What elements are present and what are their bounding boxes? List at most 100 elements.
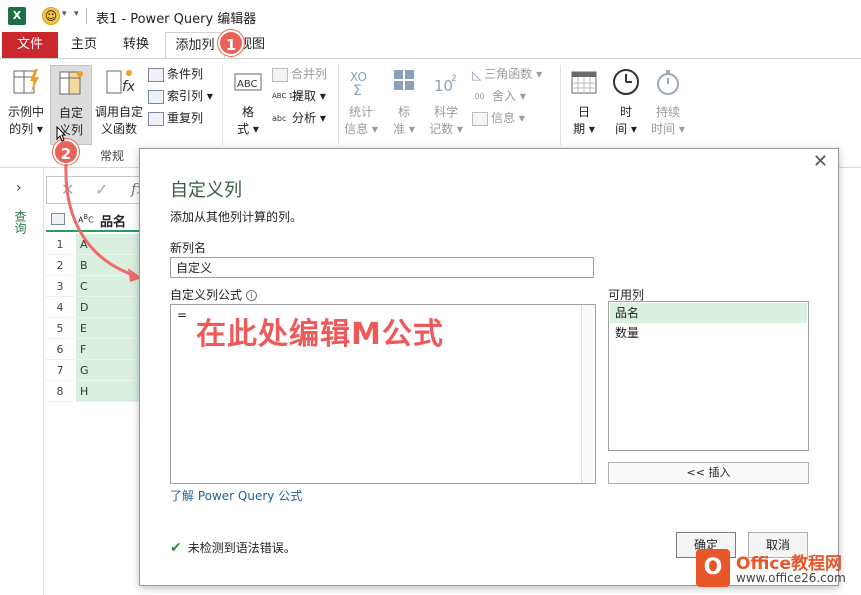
trigonometry-button[interactable]: ◺ 三角函数 ▾ — [472, 64, 542, 84]
checkmark-icon: ✔ — [170, 540, 182, 556]
list-item[interactable]: 数量 — [610, 323, 807, 343]
info-icon[interactable]: i — [245, 290, 257, 301]
information-icon — [472, 111, 488, 126]
tab-file[interactable]: 文件 — [2, 32, 58, 58]
format-label-1: 格 — [241, 105, 254, 119]
duplicate-column-button[interactable]: 重复列 — [148, 108, 203, 128]
exponent-icon: 102 — [434, 74, 457, 95]
standard-label-1: 标 — [397, 105, 410, 119]
statistics-label-1: 统计 — [348, 105, 373, 119]
standard-button[interactable]: 标 准 ▾ — [386, 67, 422, 138]
list-item[interactable]: 品名 — [610, 303, 807, 323]
extract-button[interactable]: ABC 123提取 ▾ — [272, 86, 326, 106]
watermark-url: www.office26.com — [736, 571, 846, 585]
cell-value[interactable]: F — [76, 339, 142, 360]
insert-button[interactable]: << 插入 — [608, 462, 809, 484]
watermark: O Office教程网 www.office26.com — [690, 545, 861, 595]
svg-text:2: 2 — [451, 74, 457, 84]
toolbar-divider — [86, 8, 87, 24]
parse-button[interactable]: abc 分析 ▾ — [272, 108, 326, 128]
customize-toolbar-icon[interactable]: ▾ — [74, 9, 79, 19]
new-column-name-label: 新列名 — [170, 241, 207, 255]
tab-home[interactable]: 主页 — [60, 32, 108, 58]
cell-value[interactable]: H — [76, 381, 142, 402]
chevron-right-icon[interactable]: › — [16, 180, 22, 196]
invoke-custom-function-button[interactable]: fx 调用自定 义函数 — [94, 67, 144, 138]
table-row[interactable]: 7G — [46, 360, 142, 381]
tab-add-column[interactable]: 添加列 — [165, 32, 225, 59]
smiley-icon[interactable]: ☺ — [42, 7, 60, 25]
format-abc-icon: ABC — [234, 73, 262, 91]
extract-icon: ABC 123 — [272, 92, 302, 100]
ribbon-tabs: 文件 主页 转换 添加列 视图 — [0, 32, 861, 59]
table-row[interactable]: 5E — [46, 318, 142, 339]
learn-formulas-link[interactable]: 了解 Power Query 公式 — [170, 487, 302, 504]
scientific-button[interactable]: 10 2 科学 记数 ▾ — [426, 67, 466, 138]
formula-scrollbar[interactable] — [581, 305, 595, 483]
row-number: 7 — [46, 360, 74, 381]
date-label-2: 期 ▾ — [573, 122, 595, 136]
row-number: 5 — [46, 318, 74, 339]
ribbon-divider — [338, 65, 339, 145]
syntax-status: ✔ 未检测到语法错误。 — [170, 540, 296, 556]
svg-text:fx: fx — [122, 79, 134, 95]
row-number: 8 — [46, 381, 74, 402]
queries-pane: › 查询 — [0, 168, 44, 595]
annotation-arrow — [64, 163, 142, 282]
date-button[interactable]: 日 期 ▾ — [566, 67, 602, 138]
window-title: 表1 - Power Query 编辑器 — [96, 12, 257, 27]
index-column-button[interactable]: 索引列 ▾ — [148, 86, 213, 106]
step-badge-1: 1 — [218, 30, 244, 56]
merge-columns-icon — [272, 67, 288, 82]
cell-value[interactable]: E — [76, 318, 142, 339]
dialog-subtitle: 添加从其他列计算的列。 — [170, 210, 303, 224]
chevron-down-icon[interactable]: ▾ — [62, 9, 67, 19]
cursor-icon — [56, 126, 66, 142]
table-row[interactable]: 4D — [46, 297, 142, 318]
statistics-button[interactable]: XO Σ 统计 信息 ▾ — [342, 67, 380, 138]
table-row[interactable]: 8H — [46, 381, 142, 402]
svg-text:XO: XO — [350, 70, 367, 84]
scientific-label-1: 科学 — [433, 105, 458, 119]
format-button[interactable]: ABC 格 式 ▾ — [230, 67, 266, 138]
ribbon-divider — [560, 65, 561, 145]
table-lightning-icon — [13, 69, 39, 94]
conditional-column-button[interactable]: 条件列 — [148, 64, 203, 84]
custom-column-icon — [59, 71, 83, 95]
column-from-examples-label-1: 示例中 — [7, 105, 44, 119]
cell-value[interactable]: D — [76, 297, 142, 318]
table-row[interactable]: 6F — [46, 339, 142, 360]
date-label-1: 日 — [577, 105, 590, 119]
formula-text[interactable]: = — [177, 308, 187, 322]
duration-button[interactable]: 持续 时间 ▾ — [650, 67, 686, 138]
queries-label[interactable]: 查询 — [13, 210, 29, 234]
calculator-icon — [394, 70, 414, 90]
office-logo-icon: O — [696, 549, 730, 587]
tab-transform[interactable]: 转换 — [112, 32, 160, 58]
column-from-examples-button[interactable]: 示例中 的列 ▾ — [6, 67, 46, 138]
custom-column-dialog: ✕ 自定义列 添加从其他列计算的列。 新列名 自定义列公式 i = 在此处编辑M… — [139, 148, 839, 586]
title-bar: X ☺ ▾ ▾ 表1 - Power Query 编辑器 — [0, 0, 861, 32]
cell-value[interactable]: G — [76, 360, 142, 381]
stopwatch-icon — [657, 70, 679, 95]
rounding-button[interactable]: .00 舍入 ▾ — [472, 86, 526, 106]
excel-icon: X — [8, 7, 26, 25]
merge-columns-button[interactable]: 合并列 — [272, 64, 327, 84]
ribbon-divider — [222, 65, 223, 145]
close-icon[interactable]: ✕ — [813, 151, 828, 172]
information-button[interactable]: 信息 ▾ — [472, 108, 525, 128]
standard-label-2: 准 ▾ — [393, 122, 415, 136]
rounding-icon: .00 — [472, 91, 485, 101]
dialog-title: 自定义列 — [170, 180, 242, 201]
clock-icon — [613, 69, 639, 95]
row-number: 4 — [46, 297, 74, 318]
time-button[interactable]: 时 间 ▾ — [608, 67, 644, 138]
format-label-2: 式 ▾ — [237, 122, 259, 136]
time-label-1: 时 — [619, 105, 632, 119]
custom-column-label-1: 自定 — [58, 106, 83, 120]
column-from-examples-label-2: 的列 ▾ — [9, 122, 43, 136]
index-column-icon — [148, 89, 164, 104]
formula-label: 自定义列公式 i — [170, 286, 257, 303]
new-column-name-input[interactable] — [170, 257, 594, 278]
time-label-2: 间 ▾ — [615, 122, 637, 136]
